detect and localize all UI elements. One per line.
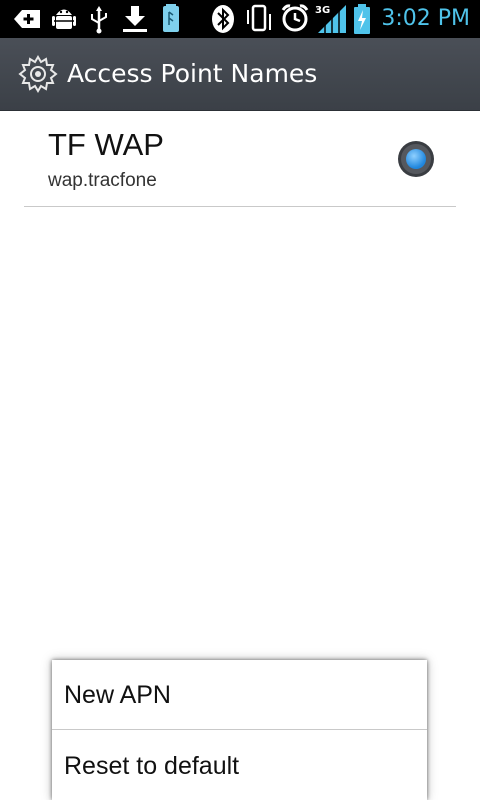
sd-card-icon [160,0,182,38]
bluetooth-icon [210,0,236,38]
signal-3g-icon: 3G [314,0,348,38]
menu-item-reset-to-default[interactable]: Reset to default [52,731,427,800]
menu-item-new-apn[interactable]: New APN [52,660,427,730]
apn-list-item[interactable]: TF WAP wap.tracfone [24,110,456,207]
battery-charging-icon [352,0,372,38]
android-debug-icon [50,0,78,38]
download-icon [120,0,150,38]
add-notification-icon [12,0,42,38]
status-time: 3:02 PM [381,6,470,31]
usb-icon [88,0,110,38]
screen: 3G 3:02 PM Access Point Names TF WAP wap… [0,0,480,800]
apn-name: TF WAP [48,127,164,162]
options-menu: New APN Reset to default [52,660,427,800]
action-bar: Access Point Names [0,38,480,111]
settings-gear-icon[interactable] [18,54,58,94]
vibrate-icon [244,0,274,38]
apn-address: wap.tracfone [48,170,157,191]
page-title: Access Point Names [67,59,318,88]
alarm-icon [280,0,310,38]
status-bar: 3G 3:02 PM [0,0,480,38]
network-type-label: 3G [315,5,330,16]
apn-selected-radio[interactable] [397,140,435,178]
